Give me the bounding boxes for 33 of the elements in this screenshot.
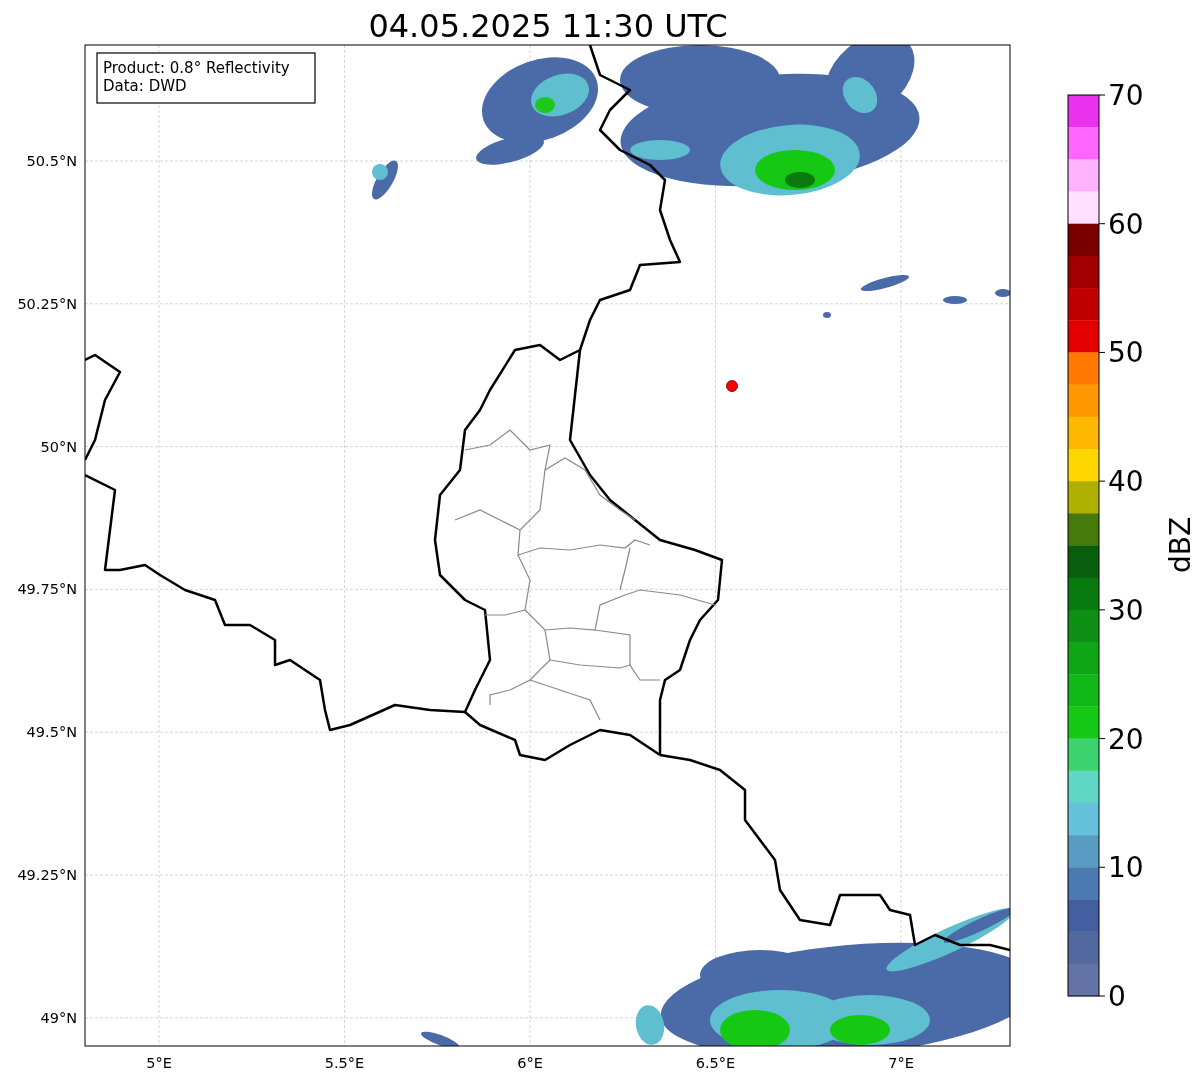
location-marker <box>726 380 738 392</box>
colorbar-tick-label: 70 <box>1108 79 1144 112</box>
latitude-label: 50.25°N <box>17 295 77 312</box>
tick-mark <box>1098 480 1106 482</box>
longitude-label: 5.5°E <box>324 1055 365 1071</box>
longitude-label: 6.5°E <box>695 1055 736 1071</box>
colorbar-tick-label: 30 <box>1108 593 1144 627</box>
colorbar-tick-label: 60 <box>1108 207 1144 241</box>
colorbar-tick-label: 10 <box>1108 851 1144 885</box>
latitude-label: 49.5°N <box>26 724 77 741</box>
tick-mark <box>1098 738 1106 740</box>
tick-mark <box>1098 866 1106 868</box>
tick-mark <box>1098 995 1106 997</box>
colorbar-tick-label: 40 <box>1108 465 1144 499</box>
latitude-label: 49°N <box>40 1009 77 1026</box>
tick-mark <box>1098 351 1106 353</box>
chart-title: 04.05.2025 11:30 UTC <box>368 7 728 45</box>
colorbar-tick-label: 20 <box>1108 722 1144 756</box>
latitude-label: 50.5°N <box>26 153 77 169</box>
tick-mark <box>1098 223 1106 225</box>
colorbar-tick-label: 0 <box>1108 980 1126 1013</box>
latitude-label: 50°N <box>40 438 77 455</box>
tick-mark <box>1098 94 1106 96</box>
longitude-label: 7°E <box>888 1055 914 1071</box>
longitude-label: 6°E <box>517 1055 543 1071</box>
colorbar-label: dBZ <box>1164 516 1197 574</box>
legend-text: Product: 0.8° Reflectivity <box>103 59 290 77</box>
latitude-label: 49.75°N <box>17 581 77 598</box>
latitude-label: 49.25°N <box>17 867 77 883</box>
tick-mark <box>1098 609 1106 611</box>
legend-text: Data: DWD <box>103 77 187 95</box>
colorbar-tick-label: 50 <box>1108 336 1144 370</box>
longitude-label: 5°E <box>146 1055 172 1071</box>
